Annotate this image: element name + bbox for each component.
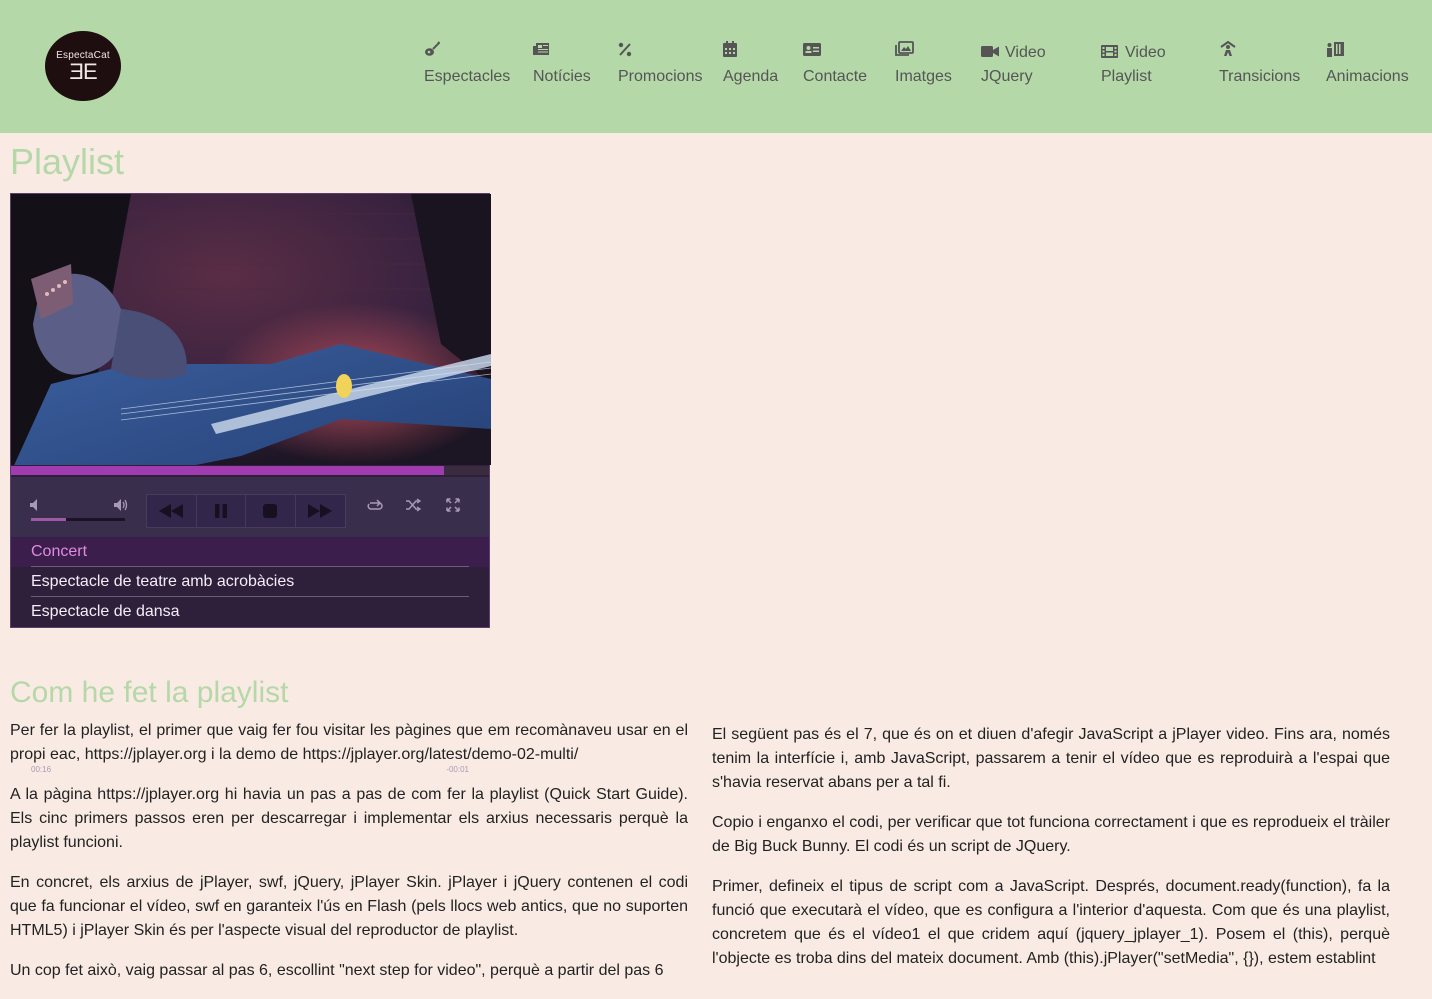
nav-label: Promocions bbox=[618, 68, 703, 85]
paragraph: En concret, els arxius de jPlayer, swf, … bbox=[10, 874, 688, 939]
article-left-column: Per fer la playlist, el primer que vaig … bbox=[10, 719, 688, 999]
video-screen[interactable] bbox=[11, 194, 491, 465]
seek-bar[interactable] bbox=[11, 466, 489, 475]
shuffle-icon[interactable] bbox=[405, 498, 422, 514]
paragraph: Primer, defineix el tipus de script com … bbox=[712, 878, 1390, 967]
seek-bar-fill bbox=[11, 466, 444, 475]
repeat-icon[interactable] bbox=[366, 498, 383, 514]
guitar-icon bbox=[424, 41, 442, 61]
paragraph: Per fer la playlist, el primer que vaig … bbox=[10, 722, 688, 763]
nav-video-jquery[interactable]: Video JQuery bbox=[981, 41, 1046, 89]
fullscreen-icon[interactable] bbox=[446, 498, 462, 514]
playlist-item-label: Espectacle de teatre amb acrobàcies bbox=[31, 573, 295, 590]
nav-label: Notícies bbox=[533, 68, 591, 85]
images-icon bbox=[895, 41, 914, 61]
nav-label: Animacions bbox=[1326, 68, 1409, 85]
site-logo[interactable]: EspectaCat ƎE bbox=[45, 31, 121, 101]
address-card-icon bbox=[803, 41, 821, 61]
video-camera-icon bbox=[981, 43, 999, 63]
nav-label: Espectacles bbox=[424, 68, 511, 85]
newspaper-icon bbox=[533, 41, 551, 61]
playlist: Concert Espectacle de teatre amb acrobàc… bbox=[11, 537, 489, 627]
nav-espectacles[interactable]: Espectacles bbox=[424, 41, 510, 89]
playlist-item[interactable]: Espectacle de teatre amb acrobàcies bbox=[11, 567, 489, 597]
calendar-icon bbox=[723, 41, 741, 61]
playlist-item[interactable]: Concert bbox=[11, 537, 489, 567]
section-title: Com he fet la playlist bbox=[10, 676, 289, 709]
percent-icon bbox=[618, 41, 636, 61]
nav-label: Imatges bbox=[895, 68, 952, 85]
player-controls: 00:16 -00:01 bbox=[11, 477, 489, 774]
logo-mark: ƎE bbox=[69, 58, 97, 84]
nav-label: Contacte bbox=[803, 68, 868, 85]
nav-contacte[interactable]: Contacte bbox=[803, 41, 867, 89]
stop-button[interactable] bbox=[246, 495, 296, 527]
nav-imatges[interactable]: Imatges bbox=[895, 41, 952, 89]
next-icon bbox=[308, 504, 333, 518]
transport-buttons bbox=[146, 494, 346, 528]
paragraph: El següent pas és el 7, que és on et diu… bbox=[712, 726, 1390, 791]
article-right-column: El següent pas és el 7, que és on et diu… bbox=[712, 723, 1390, 987]
nav-animacions[interactable]: Animacions bbox=[1326, 41, 1409, 89]
stop-icon bbox=[263, 504, 278, 518]
nav-noticies[interactable]: Notícies bbox=[533, 41, 591, 89]
nav-agenda[interactable]: Agenda bbox=[723, 41, 778, 89]
pause-button[interactable] bbox=[196, 495, 246, 527]
nav-label: Agenda bbox=[723, 68, 779, 85]
jplayer-playlist-player: 00:16 -00:01 Concert Espectacle de teatr… bbox=[10, 193, 491, 774]
nav-video-playlist[interactable]: Video Playlist bbox=[1101, 41, 1166, 89]
pause-icon bbox=[214, 504, 227, 518]
person-rays-icon bbox=[1219, 40, 1237, 61]
site-header: EspectaCat ƎE Espectacles Notícies Promo… bbox=[0, 0, 1432, 133]
nav-transicions[interactable]: Transicions bbox=[1219, 40, 1301, 89]
paragraph: Copio i enganxo el codi, per verificar q… bbox=[712, 814, 1390, 855]
paragraph: Un cop fet això, vaig passar al pas 6, e… bbox=[10, 962, 664, 979]
volume-bar[interactable] bbox=[31, 518, 125, 521]
next-button[interactable] bbox=[295, 495, 345, 527]
nav-promocions[interactable]: Promocions bbox=[618, 41, 702, 89]
previous-icon bbox=[159, 504, 184, 518]
nav-label: Transicions bbox=[1219, 68, 1301, 85]
page-title: Playlist bbox=[10, 141, 125, 182]
mute-icon[interactable] bbox=[29, 498, 45, 514]
person-book-icon bbox=[1326, 41, 1344, 61]
previous-button[interactable] bbox=[147, 495, 197, 527]
volume-bar-fill bbox=[31, 518, 66, 521]
paragraph: A la pàgina https://jplayer.org hi havia… bbox=[10, 786, 688, 851]
playlist-item[interactable]: Espectacle de dansa bbox=[11, 597, 489, 627]
film-icon bbox=[1101, 43, 1119, 63]
volume-max-icon[interactable] bbox=[113, 498, 129, 514]
playlist-item-label: Concert bbox=[31, 543, 88, 560]
playlist-item-label: Espectacle de dansa bbox=[31, 603, 180, 620]
